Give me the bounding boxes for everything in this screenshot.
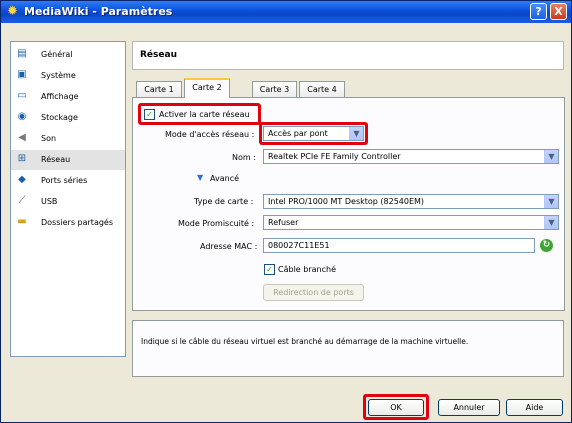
sidebar-item-label: Réseau — [41, 155, 71, 164]
refresh-mac-icon[interactable]: ↻ — [540, 239, 553, 252]
info-text: Indique si le câble du réseau virtuel es… — [141, 337, 469, 346]
promisc-label: Mode Promiscuité : — [178, 219, 255, 228]
port-forwarding-button[interactable]: Redirection de ports — [263, 284, 364, 301]
usb-icon: ⟋ — [18, 195, 26, 206]
chevron-down-icon[interactable]: ▼ — [544, 216, 558, 229]
sidebar-item-label: Affichage — [41, 92, 79, 101]
tab-carte-1[interactable]: Carte 1 — [136, 81, 182, 97]
tab-carte-3[interactable]: Carte 3 — [252, 81, 297, 97]
help-title-button[interactable]: ? — [530, 3, 547, 20]
sidebar-item-network[interactable]: ⊞ Réseau — [11, 150, 125, 170]
sidebar-item-system[interactable]: ▣ Système — [11, 66, 125, 86]
mac-address-field[interactable]: 080027C11E51 — [263, 238, 535, 253]
sidebar-item-storage[interactable]: ◉ Stockage — [11, 108, 125, 128]
sidebar-item-usb[interactable]: ⟋ USB — [11, 192, 125, 212]
app-gear-icon: ✹ — [7, 4, 18, 19]
sidebar-item-general[interactable]: ▤ Général — [11, 45, 125, 65]
sidebar-item-display[interactable]: ▭ Affichage — [11, 87, 125, 107]
access-mode-label: Mode d'accès réseau : — [165, 130, 255, 139]
tab-carte-4[interactable]: Carte 4 — [299, 81, 345, 97]
chevron-down-icon[interactable]: ▼ — [349, 127, 363, 140]
sidebar-item-label: Ports séries — [41, 176, 88, 185]
network-icon: ⊞ — [17, 153, 27, 164]
sidebar-item-shared-folders[interactable]: ▬ Dossiers partagés — [11, 213, 125, 233]
system-icon: ▣ — [17, 69, 27, 80]
access-mode-value: Accès par pont — [268, 129, 328, 138]
card-type-select[interactable]: Intel PRO/1000 MT Desktop (82540EM) ▼ — [263, 194, 559, 209]
chevron-down-icon[interactable]: ▼ — [544, 150, 558, 163]
sidebar-item-sound[interactable]: ◀ Son — [11, 129, 125, 149]
name-label: Nom : — [232, 153, 256, 162]
sidebar-item-label: Stockage — [41, 113, 78, 122]
sidebar-item-serial-ports[interactable]: ◆ Ports séries — [11, 171, 125, 191]
storage-icon: ◉ — [17, 111, 27, 122]
advanced-toggle[interactable]: Avancé — [210, 174, 239, 183]
sidebar-item-label: Système — [41, 71, 76, 80]
mac-label: Adresse MAC : — [200, 242, 258, 251]
title-bar[interactable]: ✹ MediaWiki - Paramètres ? X — [1, 1, 571, 23]
card-type-label: Type de carte : — [194, 197, 254, 206]
close-title-button[interactable]: X — [550, 3, 567, 20]
display-icon: ▭ — [17, 90, 27, 101]
help-button[interactable]: Aide — [506, 399, 563, 416]
section-header: Réseau — [132, 41, 564, 70]
chevron-down-icon[interactable]: ▼ — [544, 195, 558, 208]
access-mode-select[interactable]: Accès par pont ▼ — [263, 126, 364, 141]
tab-carte-2[interactable]: Carte 2 — [184, 78, 230, 98]
settings-window: ✹ MediaWiki - Paramètres ? X ▤ Général ▣… — [0, 0, 572, 423]
cable-connected-checkbox[interactable]: ✓ — [264, 264, 275, 275]
card-type-value: Intel PRO/1000 MT Desktop (82540EM) — [268, 197, 425, 206]
info-panel: Indique si le câble du réseau virtuel es… — [132, 320, 564, 377]
cancel-button[interactable]: Annuler — [438, 399, 500, 416]
sound-icon: ◀ — [18, 132, 26, 143]
sidebar-item-label: Son — [41, 134, 57, 143]
mac-address-value: 080027C11E51 — [268, 241, 330, 250]
sidebar-item-label: Dossiers partagés — [41, 218, 114, 227]
advanced-arrow-icon[interactable]: ▼ — [197, 173, 203, 182]
promisc-select[interactable]: Refuser ▼ — [263, 215, 559, 230]
ok-button[interactable]: OK — [368, 399, 424, 416]
sidebar-item-label: Général — [41, 50, 73, 59]
serial-ports-icon: ◆ — [18, 174, 26, 185]
enable-network-checkbox[interactable]: ✓ — [144, 109, 155, 120]
shared-folders-icon: ▬ — [17, 216, 27, 227]
general-icon: ▤ — [17, 48, 27, 59]
settings-sidebar: ▤ Général ▣ Système ▭ Affichage ◉ Stocka… — [10, 41, 126, 357]
adapter-name-value: Realtek PCIe FE Family Controller — [268, 152, 401, 161]
section-title: Réseau — [140, 50, 177, 60]
window-title: MediaWiki - Paramètres — [24, 5, 173, 18]
cable-connected-label: Câble branché — [278, 265, 336, 274]
promisc-value: Refuser — [268, 218, 299, 227]
sidebar-item-label: USB — [41, 197, 58, 206]
adapter-name-select[interactable]: Realtek PCIe FE Family Controller ▼ — [263, 149, 559, 164]
enable-network-label: Activer la carte réseau — [159, 110, 250, 119]
